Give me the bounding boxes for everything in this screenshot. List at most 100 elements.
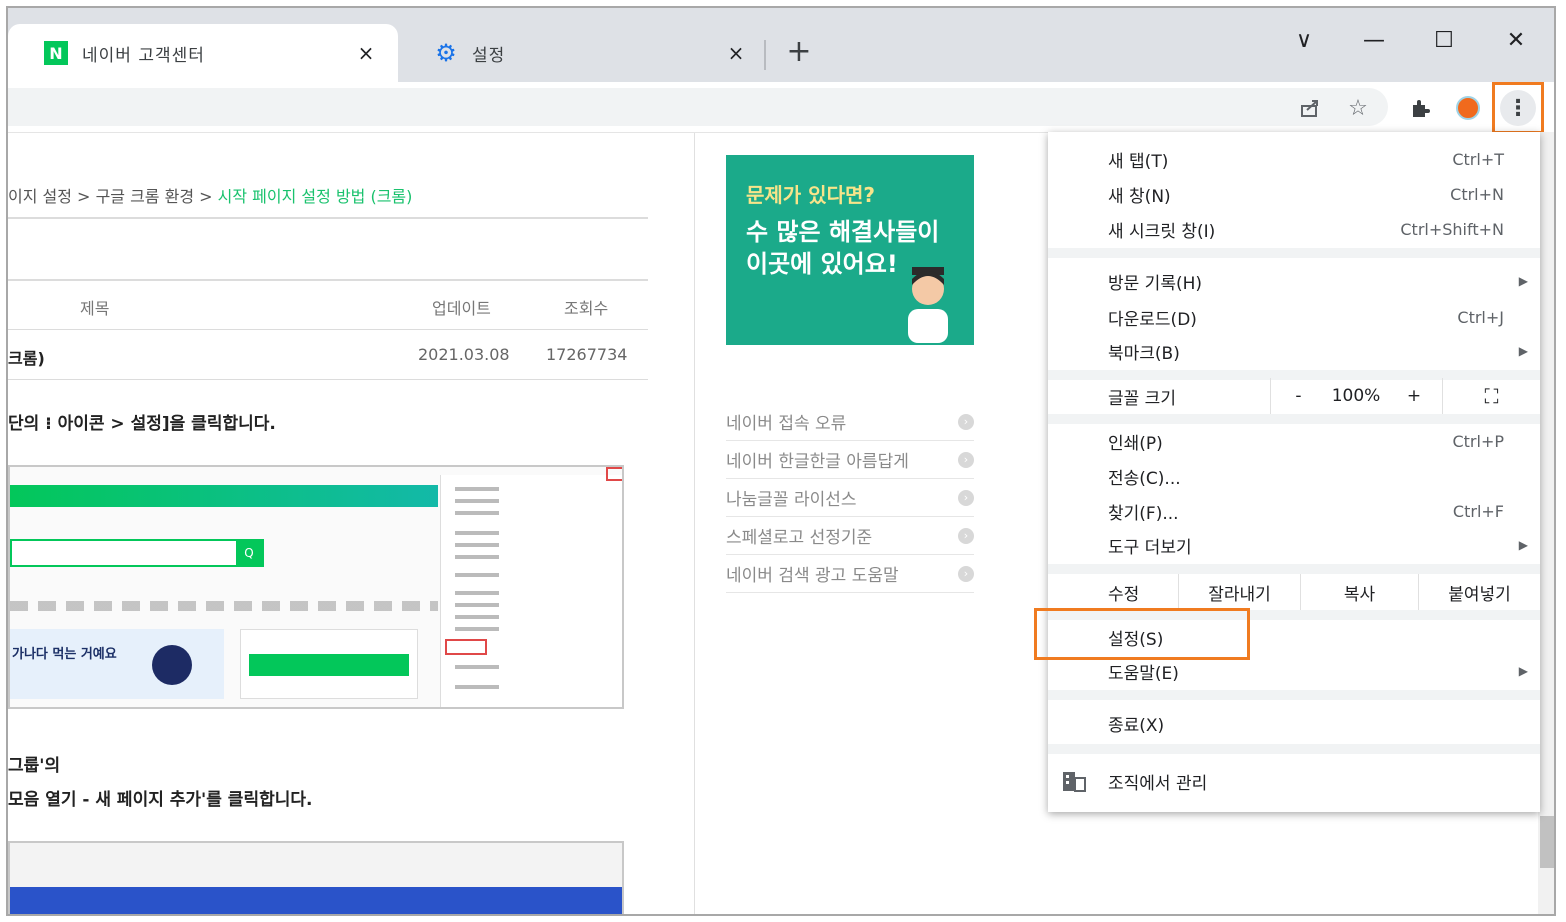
help-ad-banner[interactable]: 문제가 있다면? 수 많은 해결사들이 이곳에 있어요! [726, 155, 974, 345]
tab-naver-help[interactable]: N 네이버 고객센터 × [8, 24, 398, 82]
zoom-level: 100% [1331, 386, 1381, 406]
menu-item-help[interactable]: 도움말(E) ▶ [1048, 654, 1540, 688]
cut-button[interactable]: 잘라내기 [1178, 574, 1300, 610]
gear-icon: ⚙ [435, 39, 457, 67]
tab-strip: N 네이버 고객센터 × ⚙ 설정 × + ∨ — ☐ ✕ [8, 8, 1554, 82]
new-tab-button[interactable]: + [784, 34, 814, 70]
menu-label: 방문 기록(H) [1108, 273, 1203, 294]
paste-button[interactable]: 붙여넣기 [1418, 574, 1540, 610]
menu-item-new-window[interactable]: 새 창(N) Ctrl+N [1048, 177, 1540, 211]
sidebar-link[interactable]: 나눔글꼴 라이선스 › [726, 479, 974, 517]
share-icon[interactable] [1294, 92, 1326, 124]
thumb-menu-line [455, 615, 499, 619]
ad-line: 수 많은 해결사들이 [746, 218, 940, 246]
sidebar-link-label: 나눔글꼴 라이선스 [726, 490, 857, 510]
tab-search-dropdown-icon[interactable]: ∨ [1284, 20, 1324, 60]
menu-label: 전송(C)... [1108, 468, 1181, 489]
scrollbar-thumb[interactable] [1540, 816, 1554, 868]
menu-label: 도움말(E) [1108, 663, 1179, 684]
menu-shortcut: Ctrl+T [1452, 149, 1504, 169]
bookmark-star-icon[interactable]: ☆ [1342, 92, 1374, 124]
menu-item-cast[interactable]: 전송(C)... [1048, 459, 1540, 493]
menu-item-print[interactable]: 인쇄(P) Ctrl+P [1048, 424, 1540, 458]
sidebar-link[interactable]: 스페셜로고 선정기준 › [726, 517, 974, 555]
menu-label: 수정 [1108, 584, 1140, 605]
row-title[interactable]: 크롬) [8, 345, 45, 369]
menu-item-history[interactable]: 방문 기록(H) ▶ [1048, 264, 1540, 298]
thumb-menu-line [455, 573, 499, 577]
scrollbar-track[interactable] [1538, 132, 1554, 914]
column-header-title: 제목 [80, 299, 110, 318]
menu-item-downloads[interactable]: 다운로드(D) Ctrl+J [1048, 300, 1540, 334]
submenu-arrow-icon: ▶ [1518, 664, 1528, 678]
submenu-arrow-icon: ▶ [1518, 538, 1528, 552]
instruction-step: 모음 열기 - 새 페이지 추가'를 클릭합니다. [8, 790, 313, 810]
close-icon[interactable]: × [724, 41, 748, 65]
menu-item-find[interactable]: 찾기(F)... Ctrl+F [1048, 494, 1540, 528]
menu-item-managed[interactable]: 조직에서 관리 [1048, 764, 1540, 798]
copy-button[interactable]: 복사 [1300, 574, 1418, 610]
column-header-updated: 업데이트 [432, 299, 491, 318]
sidebar-link[interactable]: 네이버 검색 광고 도움말 › [726, 555, 974, 593]
sidebar-link[interactable]: 네이버 접속 오류 › [726, 403, 974, 441]
tab-divider [764, 40, 766, 70]
zoom-out-button[interactable]: - [1270, 378, 1326, 414]
thumb-login-box [240, 629, 418, 699]
submenu-arrow-icon: ▶ [1518, 274, 1528, 288]
breadcrumb-item[interactable]: 구글 크롬 환경 > [96, 187, 213, 206]
menu-shortcut: Ctrl+Shift+N [1400, 219, 1504, 239]
thumb-menu-line [455, 543, 499, 547]
thumb-menu-line [455, 555, 499, 559]
sidebar-link-label: 네이버 한글한글 아름답게 [726, 452, 909, 472]
thumb-ad-text: 가나다 먹는 거예요 [12, 647, 117, 662]
menu-item-bookmarks[interactable]: 북마크(B) ▶ [1048, 334, 1540, 368]
fullscreen-icon[interactable]: ⛶ [1442, 378, 1540, 414]
thumb-settings-highlight [445, 639, 487, 655]
menu-shortcut: Ctrl+J [1457, 307, 1504, 327]
sidebar-link-label: 스페셜로고 선정기준 [726, 528, 873, 548]
menu-separator [1048, 414, 1540, 424]
chevron-right-icon: › [958, 565, 974, 582]
ad-question: 문제가 있다면? [746, 183, 875, 207]
row-updated: 2021.03.08 [418, 345, 510, 364]
thumb-search-icon: Q [236, 541, 262, 565]
screenshot-thumbnail [8, 841, 624, 914]
sidebar-link-label: 네이버 접속 오류 [726, 414, 847, 434]
menu-item-incognito[interactable]: 새 시크릿 창(I) Ctrl+Shift+N [1048, 212, 1540, 246]
thumb-menu-line [455, 603, 499, 607]
thumb-chrome-menu [440, 475, 622, 707]
breadcrumb-item[interactable]: 이지 설정 > [8, 187, 90, 206]
profile-avatar[interactable] [1456, 96, 1480, 120]
menu-shortcut: Ctrl+F [1452, 501, 1504, 521]
extensions-puzzle-icon[interactable] [1404, 92, 1436, 124]
thumb-menu-line [455, 685, 499, 689]
sidebar-link[interactable]: 네이버 한글한글 아름답게 › [726, 441, 974, 479]
close-icon[interactable]: × [354, 41, 378, 65]
instruction-step: 단의 ⁝ 아이콘 > 설정]을 클릭합니다. [8, 414, 276, 434]
maximize-button[interactable]: ☐ [1424, 20, 1464, 60]
window-close-button[interactable]: ✕ [1496, 20, 1536, 60]
menu-separator [1048, 564, 1540, 574]
menu-item-more-tools[interactable]: 도구 더보기 ▶ [1048, 528, 1540, 562]
menu-label: 조직에서 관리 [1108, 773, 1208, 794]
chevron-right-icon: › [958, 527, 974, 544]
chevron-right-icon: › [958, 413, 974, 430]
minimize-button[interactable]: — [1354, 20, 1394, 60]
menu-item-new-tab[interactable]: 새 탭(T) Ctrl+T [1048, 142, 1540, 176]
menu-separator [1048, 744, 1540, 754]
thumb-menu-line [455, 511, 499, 515]
row-views: 17267734 [546, 345, 628, 364]
thumb-menu-line [455, 499, 499, 503]
menu-label: 글꼴 크기 [1108, 388, 1176, 409]
menu-label: 찾기(F)... [1108, 503, 1179, 524]
thumb-login-button [249, 654, 409, 676]
zoom-in-button[interactable]: + [1386, 378, 1442, 414]
thumb-menu-line [455, 487, 499, 491]
menu-item-settings[interactable]: 설정(S) [1048, 620, 1540, 654]
thumb-ad-logo [152, 645, 192, 685]
chrome-menu-button[interactable]: ⋮ [1492, 82, 1544, 134]
menu-item-exit[interactable]: 종료(X) [1048, 706, 1540, 740]
tab-settings[interactable]: ⚙ 설정 × [398, 24, 768, 82]
address-bar[interactable] [8, 88, 1388, 126]
chevron-right-icon: › [958, 451, 974, 468]
